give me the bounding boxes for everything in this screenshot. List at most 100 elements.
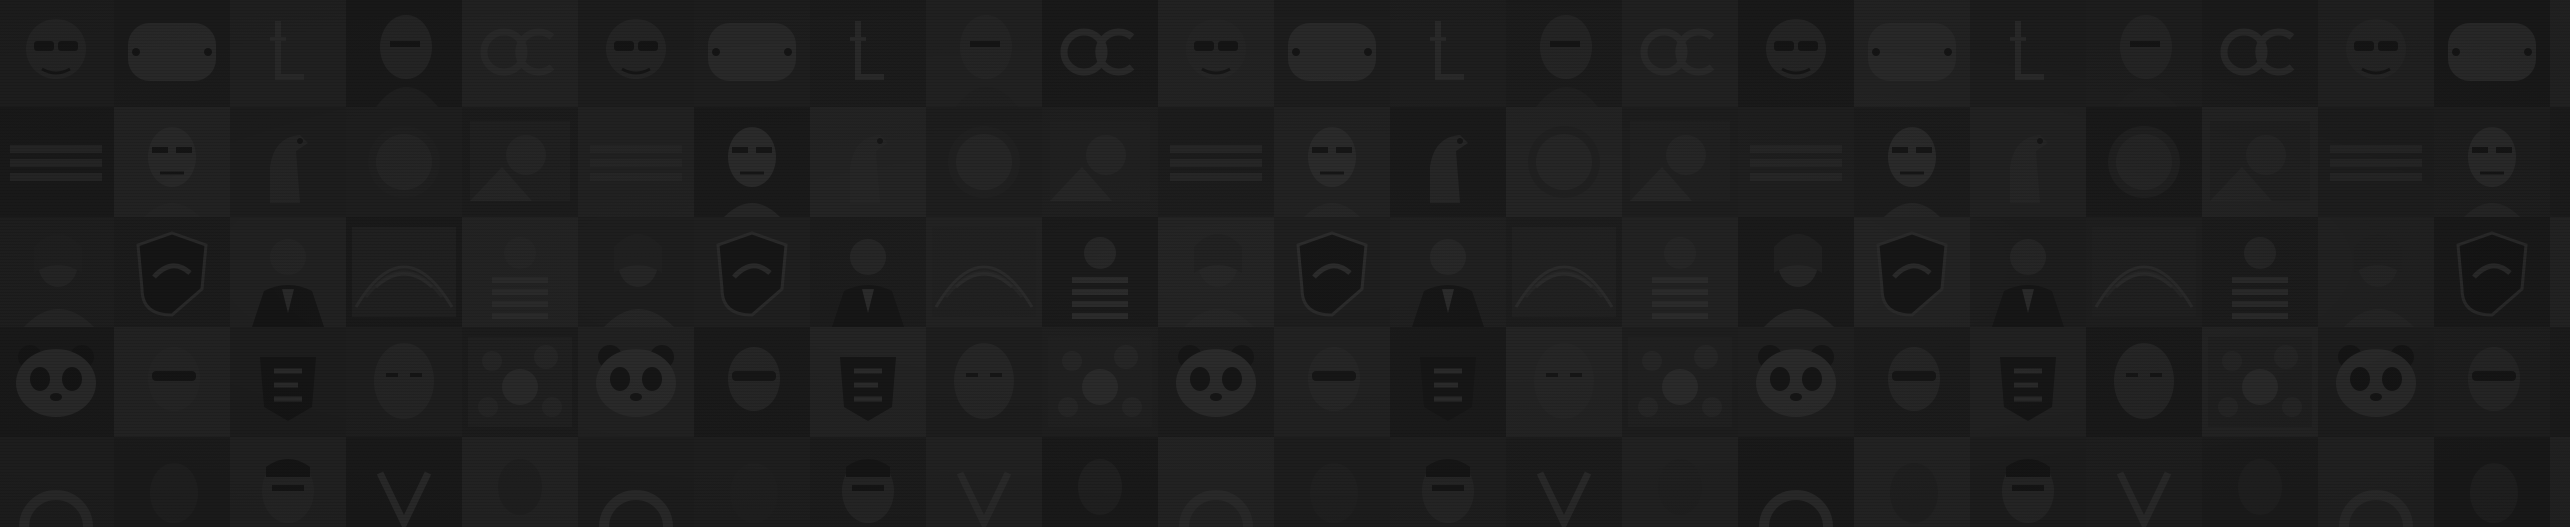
- horse-figure-icon: [2550, 107, 2570, 217]
- man-suit-icon: [810, 217, 926, 327]
- dark-glasses-icon: [1854, 327, 1970, 437]
- horse-figure-icon: [230, 107, 346, 217]
- dark-glasses-icon: [2434, 327, 2550, 437]
- bars-logo-icon: [2318, 107, 2434, 217]
- woman-portrait-icon: [578, 217, 694, 327]
- photo-collage-icon: [1622, 107, 1738, 217]
- cartoon-face-icon: [1274, 107, 1390, 217]
- photo-collage-icon: [462, 107, 578, 217]
- rounded-badge-icon: [2434, 0, 2550, 107]
- face-sunglasses-icon: [2318, 0, 2434, 107]
- v-logo-icon: [346, 437, 462, 527]
- woman-portrait-icon: [0, 217, 114, 327]
- shield-logo-icon: [1274, 217, 1390, 327]
- v-logo-icon: [1506, 437, 1622, 527]
- striped-shirt-icon: [462, 217, 578, 327]
- dark-glasses-icon: [114, 327, 230, 437]
- dim-portrait-icon: [1622, 437, 1738, 527]
- cartoon-face-icon: [694, 107, 810, 217]
- panda-icon: [0, 327, 114, 437]
- avatar-grid: [0, 0, 2570, 527]
- face-portrait-icon: [1506, 0, 1622, 107]
- arc-logo-icon: [578, 437, 694, 527]
- face-sunglasses-icon: [1738, 0, 1854, 107]
- round-portrait-icon: [2086, 107, 2202, 217]
- photo-collage-icon: [1042, 107, 1158, 217]
- e-shield-logo-icon: [810, 327, 926, 437]
- infinity-logo-icon: [1622, 0, 1738, 107]
- arc-logo-icon: [1158, 437, 1274, 527]
- cartoon-face-icon: [1854, 107, 1970, 217]
- dark-glasses-icon: [1274, 327, 1390, 437]
- cartoon-face-icon: [114, 107, 230, 217]
- ornate-pattern-icon: [346, 217, 462, 327]
- letter-l-icon: [1390, 0, 1506, 107]
- woman-portrait-icon: [1158, 217, 1274, 327]
- dark-portrait-icon: [2434, 437, 2550, 527]
- face-sunglasses-icon: [1158, 0, 1274, 107]
- man-face-icon: [346, 327, 462, 437]
- bars-logo-icon: [578, 107, 694, 217]
- e-shield-logo-icon: [1970, 327, 2086, 437]
- face-sunglasses-icon: [578, 0, 694, 107]
- bearded-face-icon: [1970, 437, 2086, 527]
- woman-portrait-icon: [2318, 217, 2434, 327]
- shield-logo-icon: [114, 217, 230, 327]
- rounded-badge-icon: [114, 0, 230, 107]
- infinity-logo-icon: [462, 0, 578, 107]
- avatar-wall-background: [0, 0, 2570, 527]
- panda-icon: [1158, 327, 1274, 437]
- arc-logo-icon: [2318, 437, 2434, 527]
- man-face-icon: [1506, 327, 1622, 437]
- dark-glasses-icon: [694, 327, 810, 437]
- letter-l-icon: [2550, 0, 2570, 107]
- face-portrait-icon: [2086, 0, 2202, 107]
- face-portrait-icon: [346, 0, 462, 107]
- bars-logo-icon: [1738, 107, 1854, 217]
- round-portrait-icon: [926, 107, 1042, 217]
- woman-portrait-icon: [1738, 217, 1854, 327]
- dark-portrait-icon: [694, 437, 810, 527]
- infinity-logo-icon: [1042, 0, 1158, 107]
- arc-logo-icon: [0, 437, 114, 527]
- shield-logo-icon: [2434, 217, 2550, 327]
- photo-collage-icon: [2202, 107, 2318, 217]
- v-logo-icon: [926, 437, 1042, 527]
- rounded-badge-icon: [1274, 0, 1390, 107]
- ornate-pattern-icon: [926, 217, 1042, 327]
- striped-shirt-icon: [1042, 217, 1158, 327]
- floral-photo-icon: [462, 327, 578, 437]
- dark-portrait-icon: [1854, 437, 1970, 527]
- floral-photo-icon: [1622, 327, 1738, 437]
- panda-icon: [2318, 327, 2434, 437]
- e-shield-logo-icon: [2550, 327, 2570, 437]
- panda-icon: [1738, 327, 1854, 437]
- man-suit-icon: [2550, 217, 2570, 327]
- dim-portrait-icon: [1042, 437, 1158, 527]
- face-portrait-icon: [926, 0, 1042, 107]
- cartoon-face-icon: [2434, 107, 2550, 217]
- panda-icon: [578, 327, 694, 437]
- dark-portrait-icon: [114, 437, 230, 527]
- round-portrait-icon: [1506, 107, 1622, 217]
- horse-figure-icon: [810, 107, 926, 217]
- man-suit-icon: [1970, 217, 2086, 327]
- ornate-pattern-icon: [1506, 217, 1622, 327]
- striped-shirt-icon: [2202, 217, 2318, 327]
- man-suit-icon: [1390, 217, 1506, 327]
- letter-l-icon: [810, 0, 926, 107]
- floral-photo-icon: [1042, 327, 1158, 437]
- bars-logo-icon: [0, 107, 114, 217]
- shield-logo-icon: [1854, 217, 1970, 327]
- dark-portrait-icon: [1274, 437, 1390, 527]
- bearded-face-icon: [1390, 437, 1506, 527]
- striped-shirt-icon: [1622, 217, 1738, 327]
- bearded-face-icon: [230, 437, 346, 527]
- v-logo-icon: [2086, 437, 2202, 527]
- dim-portrait-icon: [462, 437, 578, 527]
- shield-logo-icon: [694, 217, 810, 327]
- rounded-badge-icon: [1854, 0, 1970, 107]
- rounded-badge-icon: [694, 0, 810, 107]
- letter-l-icon: [1970, 0, 2086, 107]
- horse-figure-icon: [1390, 107, 1506, 217]
